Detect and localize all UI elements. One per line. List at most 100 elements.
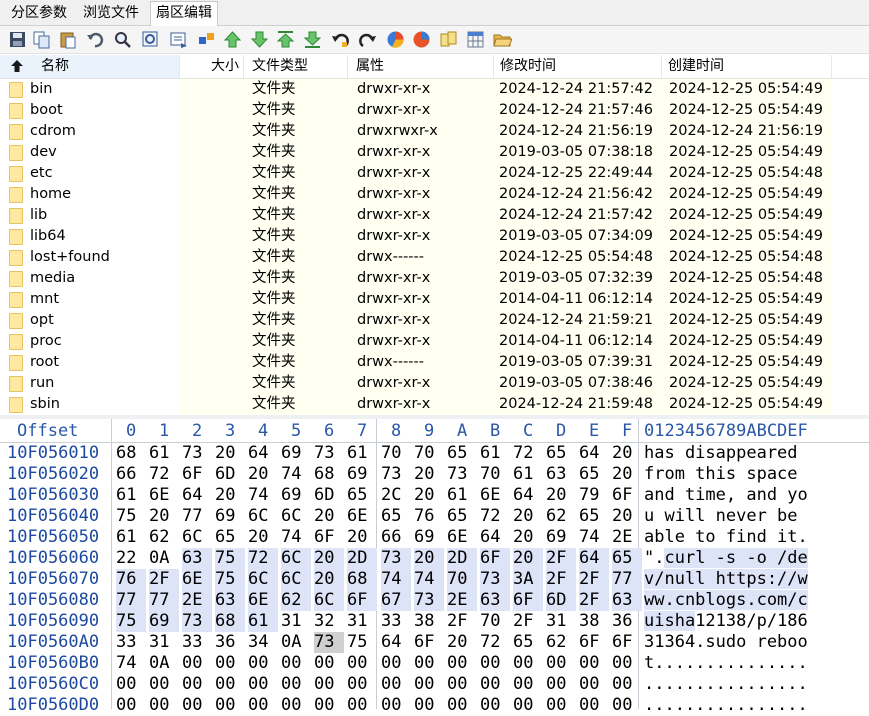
- hex-byte[interactable]: 20: [215, 485, 245, 506]
- hex-byte[interactable]: 73: [447, 464, 477, 485]
- hex-byte[interactable]: 2E: [447, 590, 477, 611]
- hex-text[interactable]: ................: [644, 674, 808, 695]
- hex-byte[interactable]: 20: [414, 548, 444, 569]
- hex-byte[interactable]: 00: [447, 695, 477, 716]
- hex-byte[interactable]: 73: [480, 569, 510, 590]
- hex-byte[interactable]: 00: [248, 695, 278, 716]
- hex-byte[interactable]: 73: [182, 443, 212, 464]
- hex-byte[interactable]: 73: [414, 590, 444, 611]
- hex-byte[interactable]: 20: [248, 527, 278, 548]
- hex-byte[interactable]: 00: [248, 674, 278, 695]
- hex-byte[interactable]: 00: [182, 674, 212, 695]
- file-row[interactable]: bin 文件夹 drwxr-xr-x 2024-12-24 21:57:42 2024-…: [0, 79, 832, 100]
- hex-byte[interactable]: 2F: [447, 611, 477, 632]
- hex-byte[interactable]: 6C: [281, 548, 311, 569]
- find-replace-button[interactable]: [140, 29, 160, 49]
- hex-byte[interactable]: 00: [281, 674, 311, 695]
- hex-byte[interactable]: 20: [347, 527, 377, 548]
- hex-byte[interactable]: 00: [381, 653, 411, 674]
- jump-button[interactable]: [196, 29, 216, 49]
- hex-byte[interactable]: 6F: [414, 632, 444, 653]
- hex-byte[interactable]: 74: [281, 464, 311, 485]
- file-row[interactable]: mnt 文件夹 drwxr-xr-x 2014-04-11 06:12:14 2024-…: [0, 289, 832, 310]
- hex-row[interactable]: 10F0560D0 00 00 00 00 00 00 00 00 00 00 00 00 00 00 00 0…: [0, 695, 869, 716]
- hex-byte[interactable]: 2F: [149, 569, 179, 590]
- hex-text[interactable]: u will never be: [644, 506, 808, 527]
- hex-byte[interactable]: 20: [414, 485, 444, 506]
- hex-byte[interactable]: 65: [381, 506, 411, 527]
- hex-byte[interactable]: 2F: [579, 569, 609, 590]
- hex-byte[interactable]: 74: [281, 527, 311, 548]
- hex-byte[interactable]: 66: [116, 464, 146, 485]
- hex-byte[interactable]: 77: [116, 590, 146, 611]
- hex-byte[interactable]: 63: [546, 464, 576, 485]
- hex-byte[interactable]: 77: [182, 506, 212, 527]
- hex-byte[interactable]: 65: [579, 506, 609, 527]
- hex-byte[interactable]: 00: [414, 653, 444, 674]
- hex-row[interactable]: 10F0560B0 74 0A 00 00 00 00 00 00 00 00 00 00 00 00 00 0…: [0, 653, 869, 674]
- hex-byte[interactable]: 2F: [546, 569, 576, 590]
- hex-byte[interactable]: 69: [149, 611, 179, 632]
- hex-byte[interactable]: 6E: [149, 485, 179, 506]
- goto-button[interactable]: [168, 29, 188, 49]
- column-size[interactable]: 大小: [180, 55, 244, 78]
- hex-byte[interactable]: 33: [116, 632, 146, 653]
- hex-byte[interactable]: 79: [579, 485, 609, 506]
- search-button[interactable]: [112, 29, 132, 49]
- hex-byte[interactable]: 00: [182, 653, 212, 674]
- open-folder-button[interactable]: [492, 29, 512, 49]
- hex-byte[interactable]: 20: [513, 527, 543, 548]
- hex-byte[interactable]: 00: [612, 674, 642, 695]
- hex-byte[interactable]: 00: [116, 695, 146, 716]
- hex-byte[interactable]: 36: [215, 632, 245, 653]
- hex-byte[interactable]: 34: [248, 632, 278, 653]
- hex-byte[interactable]: 69: [414, 527, 444, 548]
- hex-byte[interactable]: 72: [149, 464, 179, 485]
- nav-top-button[interactable]: [275, 29, 295, 49]
- hex-byte[interactable]: 00: [215, 653, 245, 674]
- hex-byte[interactable]: 65: [612, 548, 642, 569]
- hex-byte[interactable]: 73: [182, 611, 212, 632]
- column-created[interactable]: 创建时间: [662, 55, 832, 78]
- hex-text[interactable]: t...............: [644, 653, 808, 674]
- hex-byte[interactable]: 61: [116, 485, 146, 506]
- hex-byte[interactable]: 65: [447, 443, 477, 464]
- hex-byte[interactable]: 64: [579, 443, 609, 464]
- hex-byte[interactable]: 75: [347, 632, 377, 653]
- hex-byte[interactable]: 32: [314, 611, 344, 632]
- hex-byte[interactable]: 64: [579, 548, 609, 569]
- hex-byte[interactable]: 63: [215, 590, 245, 611]
- hex-byte[interactable]: 00: [579, 674, 609, 695]
- hex-byte[interactable]: 0A: [281, 632, 311, 653]
- hex-byte[interactable]: 20: [612, 464, 642, 485]
- hex-byte[interactable]: 00: [248, 653, 278, 674]
- hex-byte[interactable]: 20: [612, 506, 642, 527]
- hex-byte[interactable]: 6C: [248, 569, 278, 590]
- hex-byte[interactable]: 75: [116, 611, 146, 632]
- hex-byte[interactable]: 00: [149, 695, 179, 716]
- hex-byte[interactable]: 00: [314, 695, 344, 716]
- hex-byte[interactable]: 73: [381, 548, 411, 569]
- hex-byte[interactable]: 00: [513, 695, 543, 716]
- hex-byte[interactable]: 62: [281, 590, 311, 611]
- file-row[interactable]: sbin 文件夹 drwxr-xr-x 2024-12-24 21:59:48 2024…: [0, 394, 832, 415]
- hex-byte[interactable]: 00: [116, 674, 146, 695]
- hex-byte[interactable]: 74: [414, 569, 444, 590]
- hex-byte[interactable]: 20: [546, 485, 576, 506]
- column-attr[interactable]: 属性: [348, 55, 494, 78]
- hex-byte[interactable]: 00: [347, 653, 377, 674]
- go-back-button[interactable]: [330, 29, 350, 49]
- hex-text[interactable]: ".curl -s -o /de: [644, 548, 808, 569]
- hex-byte[interactable]: 70: [381, 443, 411, 464]
- hex-byte[interactable]: 6F: [182, 464, 212, 485]
- hex-byte[interactable]: 63: [612, 590, 642, 611]
- hex-byte[interactable]: 63: [182, 548, 212, 569]
- hex-byte[interactable]: 00: [447, 653, 477, 674]
- hex-byte[interactable]: 69: [347, 464, 377, 485]
- hex-byte[interactable]: 00: [447, 674, 477, 695]
- hex-byte[interactable]: 74: [579, 527, 609, 548]
- hex-byte[interactable]: 00: [314, 653, 344, 674]
- hex-byte[interactable]: 69: [281, 443, 311, 464]
- hex-byte[interactable]: 31: [546, 611, 576, 632]
- hex-byte[interactable]: 64: [182, 485, 212, 506]
